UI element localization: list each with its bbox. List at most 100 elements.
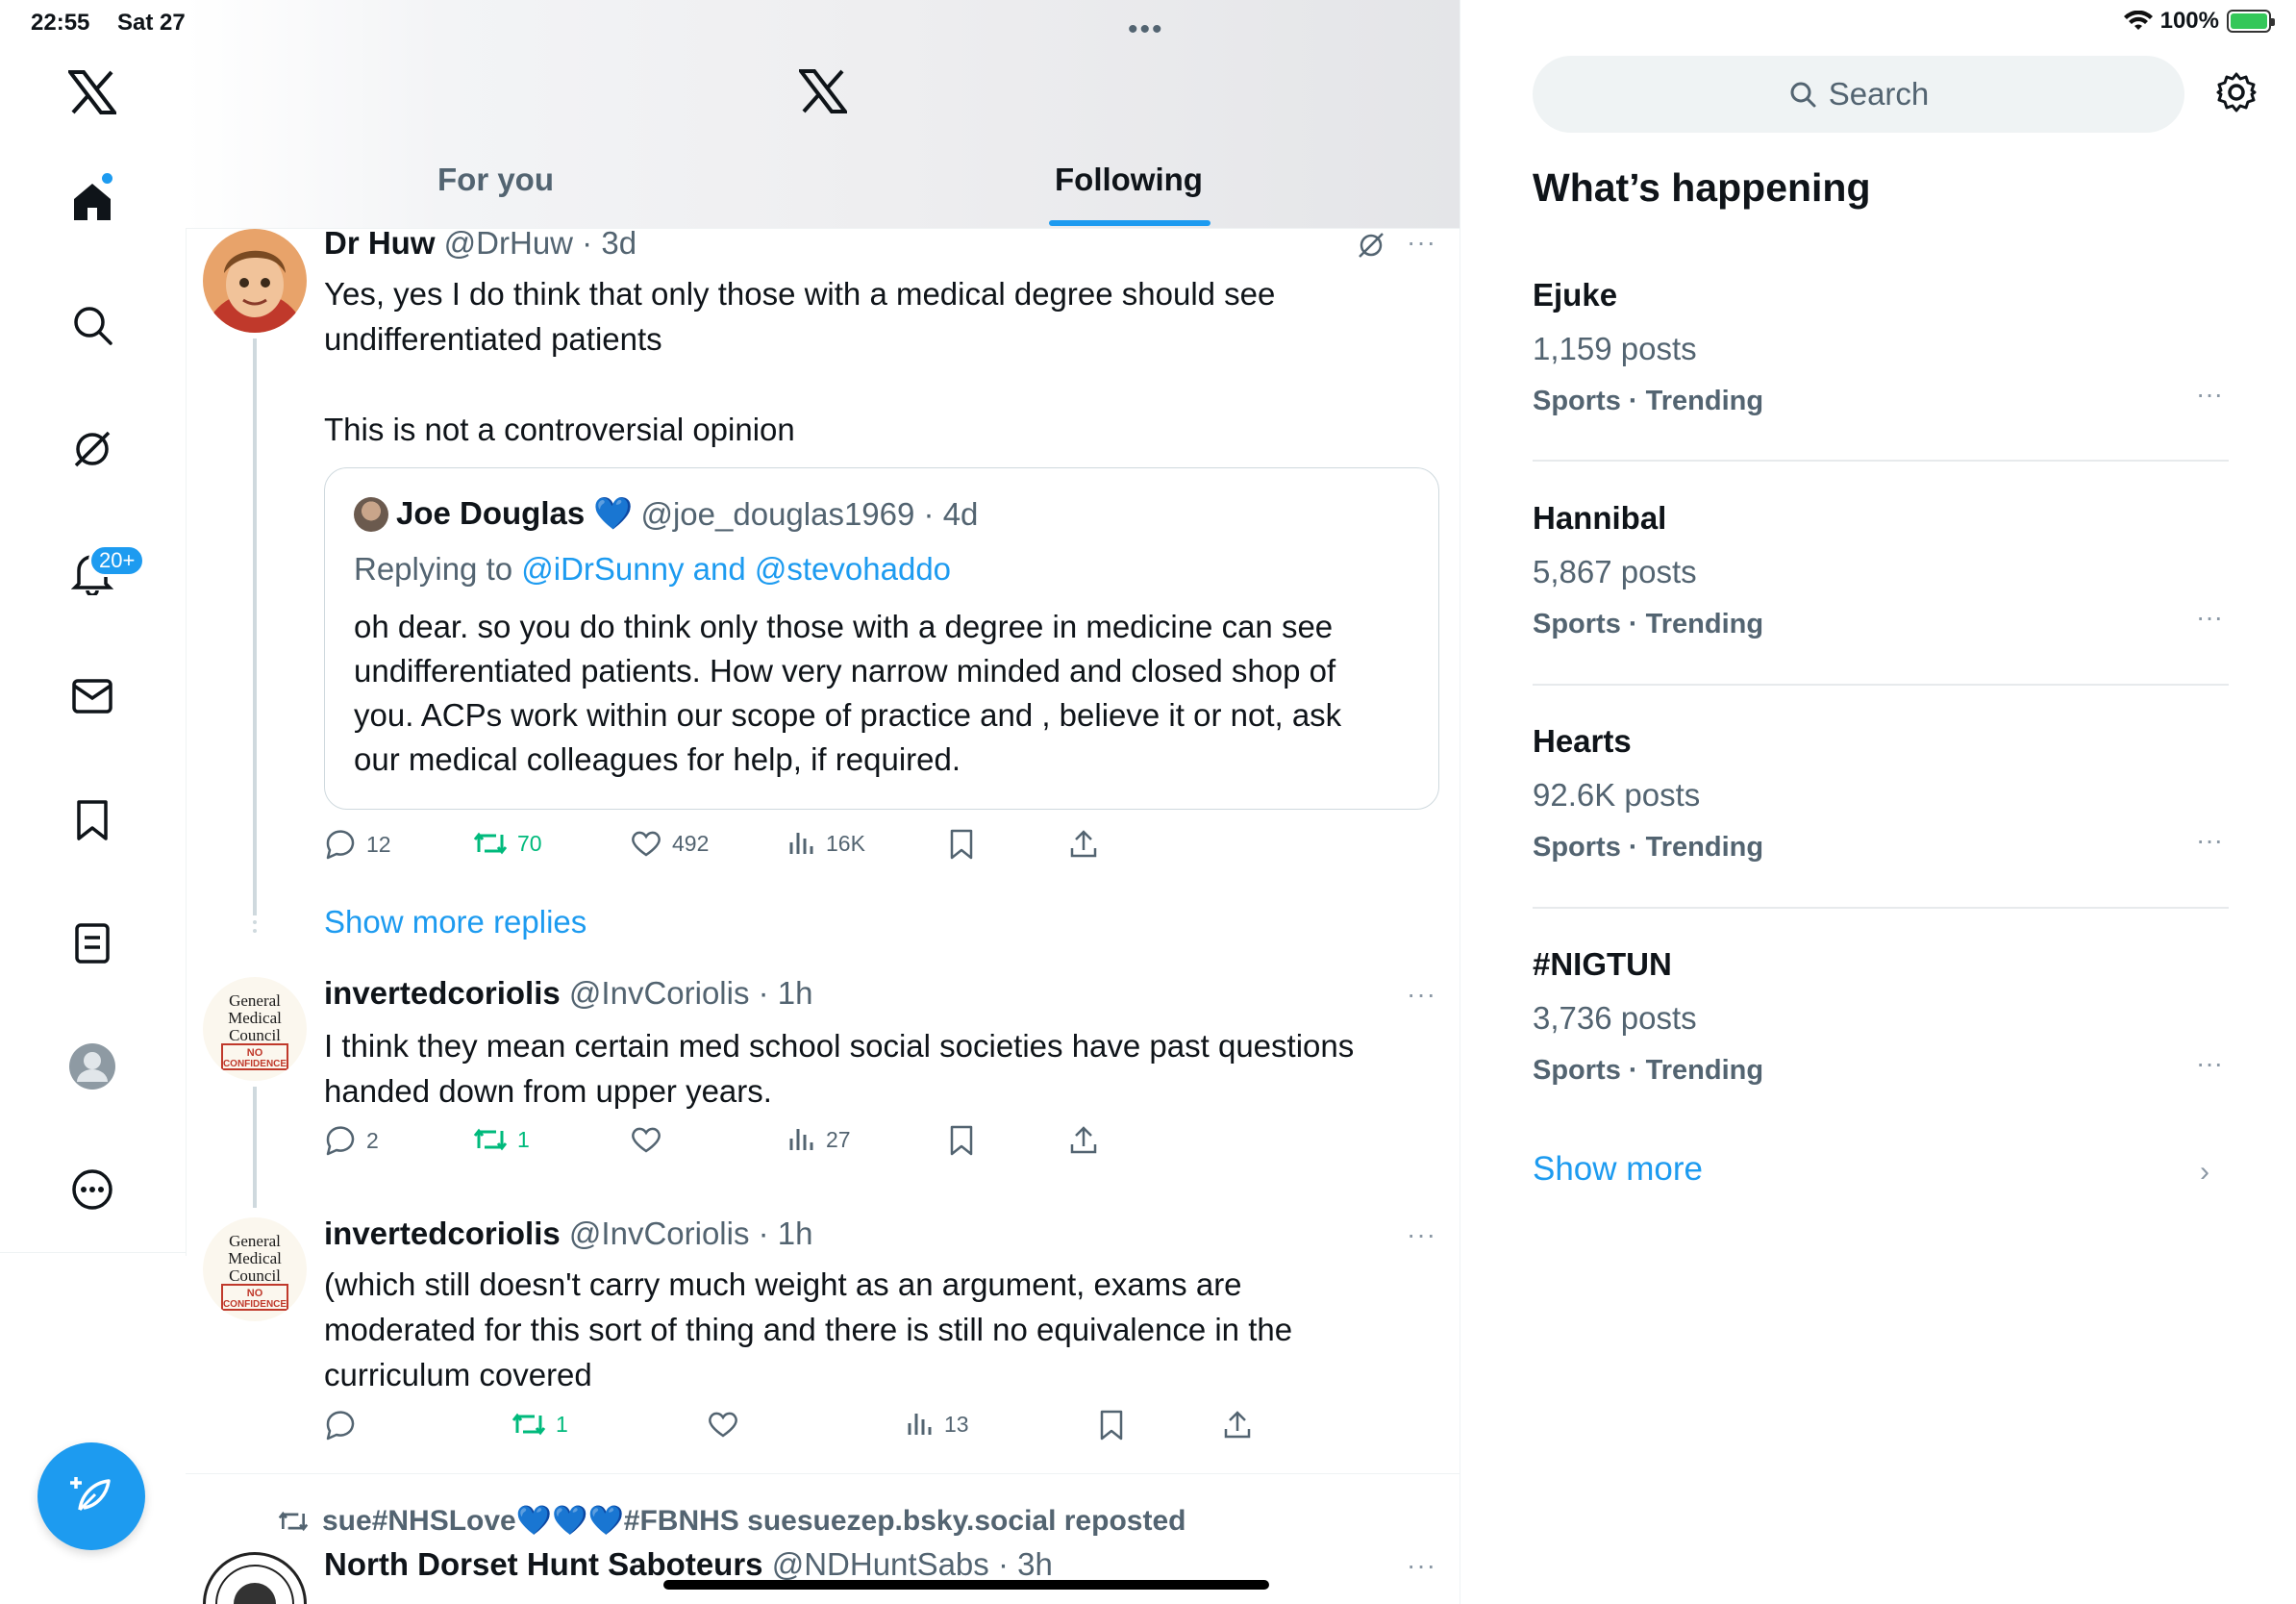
reply-button[interactable] <box>324 1410 366 1441</box>
author-handle-time[interactable]: @InvCoriolis · 1h <box>569 1216 813 1251</box>
main-timeline: ••• For you Following Dr Huw @DrHuw · 3d… <box>186 0 1460 1604</box>
trend-count: 3,736 posts <box>1533 1000 1697 1036</box>
trend-more-icon[interactable]: ··· <box>2196 1048 2223 1079</box>
trend-more-icon[interactable]: ··· <box>2196 825 2223 856</box>
tab-following[interactable]: Following <box>1055 162 1203 198</box>
messages-envelope-icon[interactable] <box>54 658 131 735</box>
trend-item[interactable]: Hearts 92.6K posts Sports · Trending ··· <box>1533 723 2229 863</box>
thread-dots <box>253 912 261 933</box>
x-logo-icon[interactable] <box>54 54 131 131</box>
show-more-replies-link[interactable]: Show more replies <box>324 904 586 940</box>
author-name[interactable]: North Dorset Hunt Saboteurs <box>324 1546 763 1582</box>
author-name[interactable]: Dr Huw <box>324 225 436 261</box>
post-text: Yes, yes I do think that only those with… <box>324 276 1276 447</box>
quoted-post[interactable]: Joe Douglas 💙 @joe_douglas1969 · 4d Repl… <box>324 467 1439 810</box>
avatar[interactable] <box>203 229 307 333</box>
repost-icon <box>473 832 508 855</box>
heart-icon <box>632 831 661 857</box>
reply-button[interactable]: 12 <box>324 829 391 860</box>
trend-name: Hannibal <box>1533 500 1667 536</box>
profile-avatar-icon[interactable] <box>54 1028 131 1105</box>
settings-gear-icon[interactable] <box>2215 71 2258 113</box>
post-text: (which still doesn't carry much weight a… <box>324 1266 1293 1392</box>
share-icon <box>1224 1411 1251 1439</box>
avatar[interactable] <box>203 1552 307 1604</box>
trend-item[interactable]: #NIGTUN 3,736 posts Sports · Trending ··… <box>1533 946 2229 1086</box>
avatar[interactable]: General Medical Council NO CONFIDENCE <box>203 977 307 1081</box>
like-button[interactable] <box>630 1125 672 1154</box>
post-divider <box>186 1473 1460 1474</box>
post-more-icon[interactable]: ··· <box>1407 1219 1436 1250</box>
trend-more-icon[interactable]: ··· <box>2196 602 2223 633</box>
trend-name: Hearts <box>1533 723 1632 759</box>
repost-button[interactable]: 70 <box>473 829 542 858</box>
share-button[interactable] <box>1068 829 1099 860</box>
post-more-icon[interactable]: ··· <box>1407 227 1436 258</box>
bookmark-button[interactable] <box>1099 1410 1124 1441</box>
thread-line <box>253 1087 257 1208</box>
like-button[interactable]: 492 <box>630 829 709 858</box>
author-name[interactable]: invertedcoriolis <box>324 1216 561 1251</box>
share-icon <box>1070 1126 1097 1154</box>
replying-to-links[interactable]: @iDrSunny and @stevohaddo <box>521 551 951 587</box>
chevron-right-icon[interactable]: › <box>2200 1156 2209 1189</box>
post-more-icon[interactable]: ··· <box>1407 979 1436 1010</box>
svg-text:NO: NO <box>247 1288 263 1299</box>
author-name[interactable]: invertedcoriolis <box>324 975 561 1011</box>
post-header: invertedcoriolis @InvCoriolis · 1h <box>324 975 813 1012</box>
repost-button[interactable]: 1 <box>473 1125 530 1154</box>
compose-post-button[interactable] <box>37 1442 145 1550</box>
like-button[interactable] <box>707 1410 749 1439</box>
reply-button[interactable]: 2 <box>324 1125 379 1156</box>
share-button[interactable] <box>1222 1410 1253 1441</box>
repost-banner[interactable]: sue#NHSLove💙💙💙#FBNHS suesuezep.bsky.soci… <box>278 1504 1185 1538</box>
search-icon <box>1790 82 1816 108</box>
trend-divider <box>1533 907 2229 909</box>
tab-for-you[interactable]: For you <box>437 162 554 198</box>
views-button[interactable]: 16K <box>787 829 865 858</box>
trend-count: 92.6K posts <box>1533 777 1701 813</box>
search-icon[interactable] <box>54 287 131 363</box>
trend-item[interactable]: Hannibal 5,867 posts Sports · Trending ·… <box>1533 500 2229 639</box>
share-button[interactable] <box>1068 1125 1099 1156</box>
bookmark-icon <box>950 829 973 860</box>
thread-line <box>253 338 257 915</box>
grok-icon[interactable] <box>1357 231 1385 260</box>
trend-more-icon[interactable]: ··· <box>2196 379 2223 410</box>
bookmark-button[interactable] <box>949 1125 974 1156</box>
svg-text:General: General <box>229 1232 281 1250</box>
post-more-icon[interactable]: ··· <box>1407 1550 1436 1581</box>
trend-item[interactable]: Ejuke 1,159 posts Sports · Trending ··· <box>1533 277 2229 416</box>
show-more-link[interactable]: Show more <box>1533 1150 1703 1189</box>
home-icon[interactable] <box>54 163 131 240</box>
search-input[interactable]: Search <box>1533 56 2184 133</box>
bookmark-button[interactable] <box>949 829 974 860</box>
post-header: invertedcoriolis @InvCoriolis · 1h <box>324 1216 813 1252</box>
author-handle-time[interactable]: @DrHuw · 3d <box>444 225 636 261</box>
views-button[interactable]: 13 <box>906 1410 969 1439</box>
reply-icon <box>326 830 355 860</box>
home-indicator[interactable] <box>663 1580 1269 1590</box>
avatar[interactable]: General Medical Council NO CONFIDENCE <box>203 1217 307 1321</box>
window-more-dots[interactable]: ••• <box>1128 13 1164 46</box>
svg-text:NO: NO <box>247 1047 263 1059</box>
grok-icon[interactable] <box>54 411 131 488</box>
views-button[interactable]: 27 <box>787 1125 851 1154</box>
more-options-icon[interactable] <box>54 1151 131 1228</box>
trend-name: Ejuke <box>1533 277 1618 313</box>
views-chart-icon <box>908 1414 932 1435</box>
trend-divider <box>1533 460 2229 462</box>
trend-meta: Sports · Trending <box>1533 1055 1764 1086</box>
compose-feather-icon <box>70 1477 111 1512</box>
svg-text:Council: Council <box>229 1266 281 1285</box>
repost-icon <box>278 1511 309 1531</box>
repost-button[interactable]: 1 <box>512 1410 568 1439</box>
quote-author-handle-time: @joe_douglas1969 · 4d <box>640 495 979 532</box>
bookmark-icon[interactable] <box>54 782 131 859</box>
post-header: Dr Huw @DrHuw · 3d <box>324 225 636 262</box>
right-sidebar: Search What’s happening Ejuke 1,159 post… <box>1460 0 2296 1604</box>
lists-icon[interactable] <box>54 905 131 982</box>
author-handle-time[interactable]: @NDHuntSabs · 3h <box>772 1546 1053 1582</box>
reply-icon <box>326 1126 355 1156</box>
author-handle-time[interactable]: @InvCoriolis · 1h <box>569 975 813 1011</box>
